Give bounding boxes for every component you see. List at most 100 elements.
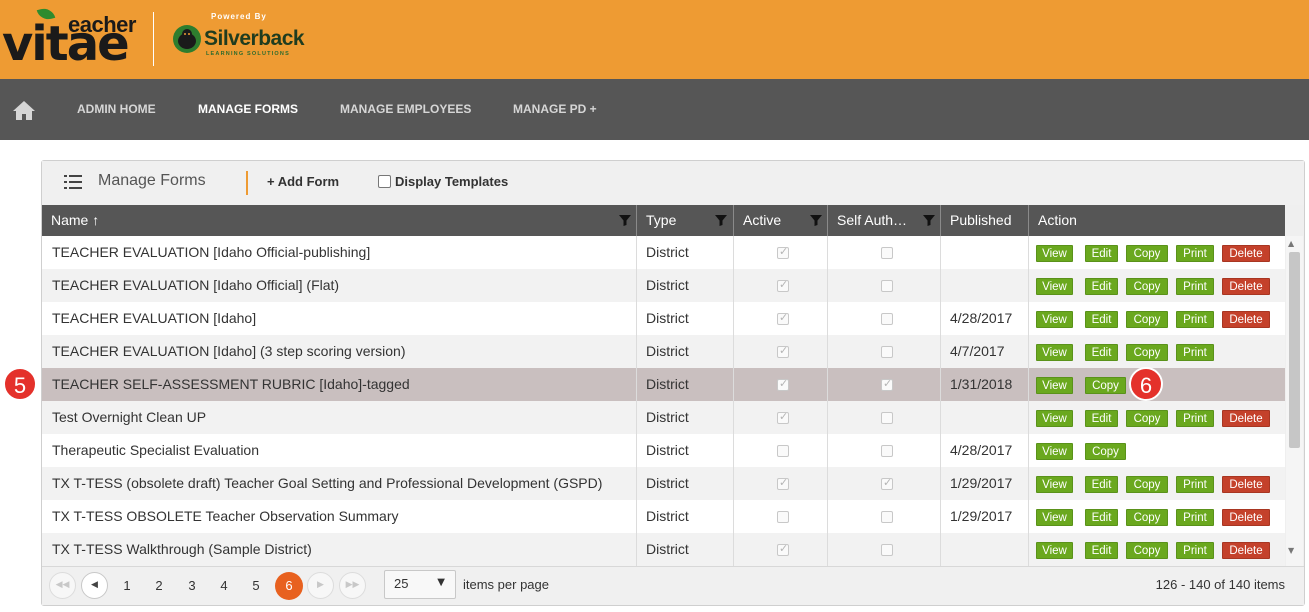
filter-icon[interactable] [617, 212, 633, 228]
print-button[interactable]: Print [1176, 410, 1214, 427]
prev-page-icon[interactable]: ◀ [81, 572, 108, 599]
column-divider [1028, 335, 1029, 368]
edit-button[interactable]: Edit [1085, 542, 1118, 559]
edit-button[interactable]: Edit [1085, 245, 1118, 262]
column-divider [733, 401, 734, 434]
column-header-active[interactable]: Active [734, 205, 804, 236]
page-size-select[interactable]: 25 ▼ [384, 570, 456, 599]
delete-button[interactable]: Delete [1222, 476, 1270, 493]
filter-icon[interactable] [808, 212, 824, 228]
next-page-icon[interactable]: ▶ [307, 572, 334, 599]
self-auth-checkbox [881, 511, 893, 523]
copy-button[interactable]: Copy [1126, 311, 1168, 328]
copy-button[interactable]: Copy [1126, 509, 1168, 526]
print-button[interactable]: Print [1176, 509, 1214, 526]
copy-button[interactable]: Copy [1085, 377, 1126, 394]
delete-button[interactable]: Delete [1222, 509, 1270, 526]
form-type: District [646, 442, 689, 458]
nav-manage-employees[interactable]: MANAGE EMPLOYEES [340, 102, 471, 116]
view-button[interactable]: View [1036, 542, 1073, 559]
page-4[interactable]: 4 [210, 572, 238, 600]
list-icon [64, 175, 82, 189]
display-templates-label[interactable]: Display Templates [395, 174, 508, 189]
print-button[interactable]: Print [1176, 278, 1214, 295]
print-button[interactable]: Print [1176, 344, 1214, 361]
nav-manage-pd[interactable]: MANAGE PD + [513, 102, 597, 116]
edit-button[interactable]: Edit [1085, 509, 1118, 526]
view-button[interactable]: View [1036, 278, 1073, 295]
table-row[interactable]: Test Overnight Clean UP District View Edit C… [42, 401, 1285, 434]
view-button[interactable]: View [1036, 443, 1073, 460]
view-button[interactable]: View [1036, 476, 1073, 493]
edit-button[interactable]: Edit [1085, 278, 1118, 295]
table-row[interactable]: TEACHER EVALUATION [Idaho Official] (Fla… [42, 269, 1285, 302]
table-row[interactable]: TX T-TESS OBSOLETE Teacher Observation S… [42, 500, 1285, 533]
table-row[interactable]: Therapeutic Specialist Evaluation Distric… [42, 434, 1285, 467]
view-button[interactable]: View [1036, 311, 1073, 328]
teacher-vitae-logo[interactable]: eacher vitae [2, 6, 147, 72]
column-header-name[interactable]: Name ↑ [42, 205, 612, 236]
edit-button[interactable]: Edit [1085, 311, 1118, 328]
table-row[interactable]: TEACHER SELF-ASSESSMENT RUBRIC [Idaho]-t… [42, 368, 1285, 401]
table-row[interactable]: TEACHER EVALUATION [Idaho] District 4/28/2… [42, 302, 1285, 335]
column-divider [733, 236, 734, 269]
scroll-up-icon[interactable]: ▲ [1288, 239, 1294, 248]
table-row[interactable]: TEACHER EVALUATION [Idaho] (3 step scori… [42, 335, 1285, 368]
column-header-type[interactable]: Type [637, 205, 709, 236]
nav-manage-forms[interactable]: MANAGE FORMS [198, 102, 298, 116]
edit-button[interactable]: Edit [1085, 344, 1118, 361]
view-button[interactable]: View [1036, 509, 1073, 526]
filter-icon[interactable] [921, 212, 937, 228]
scrollbar-thumb[interactable] [1289, 252, 1300, 448]
view-button[interactable]: View [1036, 245, 1073, 262]
column-divider [827, 467, 828, 500]
add-form-button[interactable]: + Add Form [267, 174, 339, 189]
active-checkbox [777, 445, 789, 457]
table-row[interactable]: TEACHER EVALUATION [Idaho Official-publi… [42, 236, 1285, 269]
delete-button[interactable]: Delete [1222, 278, 1270, 295]
copy-button[interactable]: Copy [1126, 344, 1168, 361]
print-button[interactable]: Print [1176, 311, 1214, 328]
page-2[interactable]: 2 [145, 572, 173, 600]
first-page-icon[interactable]: ◀◀ [49, 572, 76, 599]
last-page-icon[interactable]: ▶▶ [339, 572, 366, 599]
print-button[interactable]: Print [1176, 542, 1214, 559]
self-auth-checkbox [881, 280, 893, 292]
print-button[interactable]: Print [1176, 476, 1214, 493]
gorilla-icon [173, 25, 201, 53]
table-row[interactable]: TX T-TESS (obsolete draft) Teacher Goal … [42, 467, 1285, 500]
delete-button[interactable]: Delete [1222, 311, 1270, 328]
delete-button[interactable]: Delete [1222, 410, 1270, 427]
copy-button[interactable]: Copy [1126, 245, 1168, 262]
table-row[interactable]: TX T-TESS Walkthrough (Sample District) D… [42, 533, 1285, 566]
edit-button[interactable]: Edit [1085, 410, 1118, 427]
view-button[interactable]: View [1036, 410, 1073, 427]
page-5[interactable]: 5 [242, 572, 270, 600]
view-button[interactable]: View [1036, 377, 1073, 394]
scroll-down-icon[interactable]: ▼ [1288, 546, 1294, 555]
copy-button[interactable]: Copy [1085, 443, 1126, 460]
print-button[interactable]: Print [1176, 245, 1214, 262]
panel-title: Manage Forms [98, 172, 206, 189]
toolbar-divider [246, 171, 248, 195]
copy-button[interactable]: Copy [1126, 476, 1168, 493]
delete-button[interactable]: Delete [1222, 245, 1270, 262]
copy-button[interactable]: Copy [1126, 410, 1168, 427]
column-header-self-auth[interactable]: Self Auth… [828, 205, 913, 236]
copy-button[interactable]: Copy [1126, 542, 1168, 559]
page-3[interactable]: 3 [178, 572, 206, 600]
filter-icon[interactable] [713, 212, 729, 228]
column-divider [827, 500, 828, 533]
column-divider [827, 269, 828, 302]
edit-button[interactable]: Edit [1085, 476, 1118, 493]
column-header-published[interactable]: Published [941, 205, 1027, 236]
page-6-current[interactable]: 6 [275, 572, 303, 600]
home-icon[interactable] [12, 99, 36, 121]
view-button[interactable]: View [1036, 344, 1073, 361]
page-1[interactable]: 1 [113, 572, 141, 600]
display-templates-checkbox[interactable] [378, 175, 391, 188]
copy-button[interactable]: Copy [1126, 278, 1168, 295]
nav-admin-home[interactable]: ADMIN HOME [77, 102, 156, 116]
column-divider [733, 434, 734, 467]
delete-button[interactable]: Delete [1222, 542, 1270, 559]
